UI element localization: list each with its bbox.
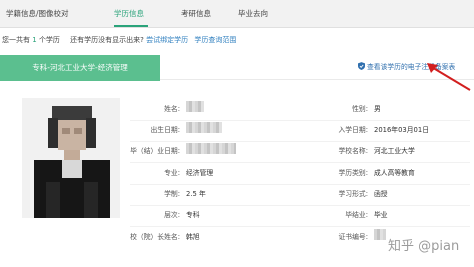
degree-type-value: 成人高等教育 (374, 169, 415, 177)
row-divider (130, 141, 470, 142)
school-name-label: 学校名称: (338, 147, 368, 155)
enrollment-date-label: 入学日期: (338, 126, 368, 134)
tab-graduation-destination[interactable]: 毕业去向 (238, 0, 268, 28)
gender-label: 性别: (352, 105, 368, 113)
major-label: 专业: (164, 169, 180, 177)
count-prefix: 您一共有 (2, 36, 30, 44)
schooling-length-label: 学制: (164, 190, 180, 198)
row-divider (130, 162, 470, 163)
birth-date-label: 出生日期: (150, 126, 180, 134)
degree-tab[interactable]: 专科-河北工业大学-经济管理 (0, 55, 160, 81)
tab-student-status[interactable]: 学籍信息/图像校对 (6, 0, 69, 28)
president-name-value: 韩旭 (186, 233, 200, 241)
degree-type-label: 学历类别: (338, 169, 368, 177)
row-divider (130, 184, 470, 185)
certificate-number-blurred (374, 229, 386, 240)
name-label: 姓名: (164, 105, 180, 113)
graduation-date-label: 毕（结）业日期: (130, 147, 180, 155)
gender-value: 男 (374, 105, 381, 113)
name-value-blurred (186, 101, 204, 112)
enrollment-date-value: 2016年03月01日 (374, 126, 429, 134)
study-mode-value: 函授 (374, 190, 388, 198)
degree-count: 1 (32, 36, 37, 44)
completion-status-value: 毕业 (374, 211, 388, 219)
bind-degree-link[interactable]: 尝试绑定学历 (146, 36, 188, 44)
completion-status-label: 毕结业: (345, 211, 368, 219)
study-mode-label: 学习形式: (338, 190, 368, 198)
count-suffix: 个学历 (38, 36, 60, 44)
top-tab-bar (0, 0, 474, 28)
missing-degree-question: 还有学历没有显示出来? (70, 36, 144, 44)
query-scope-link[interactable]: 学历查询范围 (194, 36, 236, 44)
schooling-length-value: 2.5 年 (186, 190, 206, 198)
major-value: 经济管理 (186, 169, 214, 177)
president-name-label: 校（院）长姓名: (130, 233, 180, 241)
arrow-icon (427, 63, 471, 91)
active-tab-indicator (114, 25, 148, 27)
watermark: 知乎 @pian (388, 239, 460, 254)
birth-date-value-blurred (186, 122, 222, 133)
school-name-value: 河北工业大学 (374, 147, 415, 155)
level-value: 专科 (186, 211, 200, 219)
student-photo (22, 98, 120, 218)
graduation-date-value-blurred (186, 143, 236, 154)
row-divider (130, 226, 470, 227)
row-divider (130, 205, 470, 206)
tab-degree-info[interactable]: 学历信息 (114, 0, 144, 28)
certificate-number-label: 证书编号: (338, 233, 368, 241)
row-divider (130, 120, 470, 121)
level-label: 层次: (164, 211, 180, 219)
tab-postgrad-exam[interactable]: 考研信息 (181, 0, 211, 28)
degree-count-line: 您一共有 1 个学历 还有学历没有显示出来? 尝试绑定学历 学历查询范围 (2, 35, 236, 45)
shield-icon (358, 62, 365, 70)
